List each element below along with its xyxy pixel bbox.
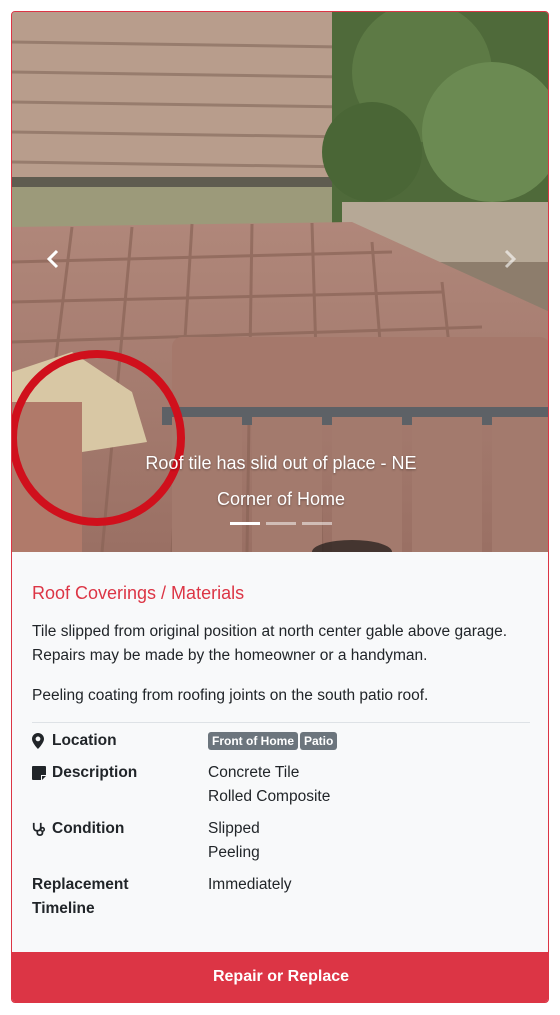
condition-value: Slipped Peeling [208, 817, 260, 865]
observation-paragraph-2: Peeling coating from roofing joints on t… [32, 687, 429, 704]
map-marker-icon [32, 729, 46, 753]
carousel-next-button[interactable] [495, 244, 525, 274]
carousel-indicator-3[interactable] [302, 522, 332, 525]
photo-carousel[interactable]: Roof tile has slid out of place - NE Cor… [12, 12, 548, 552]
carousel-indicators [230, 522, 332, 525]
timeline-label-line1: Replacement [32, 876, 129, 893]
location-label: Location [52, 732, 117, 749]
condition-value-1: Slipped [208, 820, 260, 837]
divider [32, 722, 530, 723]
location-value: Front of Home Patio [208, 729, 339, 753]
observation-paragraph-1: Tile slipped from original position at n… [32, 623, 508, 664]
stethoscope-icon [32, 817, 46, 841]
inspection-card: Roof tile has slid out of place - NE Cor… [11, 11, 549, 1003]
carousel-indicator-2[interactable] [266, 522, 296, 525]
carousel-indicator-1[interactable] [230, 522, 260, 525]
section-title: Roof Coverings / Materials [32, 583, 245, 603]
condition-value-2: Peeling [208, 844, 260, 861]
description-value: Concrete Tile Rolled Composite [208, 761, 330, 809]
card-body: Roof Coverings / Materials Tile slipped … [32, 552, 530, 723]
repair-or-replace-button[interactable]: Repair or Replace [12, 952, 548, 1002]
description-value-2: Rolled Composite [208, 788, 331, 805]
carousel-caption-line1: Roof tile has slid out of place - NE [145, 453, 417, 473]
carousel-prev-button[interactable] [38, 244, 68, 274]
timeline-value: Immediately [208, 876, 292, 893]
description-value-1: Concrete Tile [208, 764, 300, 781]
location-badge: Front of Home [208, 731, 298, 750]
sticky-note-icon [32, 761, 46, 785]
condition-label: Condition [52, 820, 125, 837]
timeline-label-line2: Timeline [32, 900, 95, 917]
location-badge: Patio [300, 731, 338, 750]
chevron-right-icon [504, 249, 517, 269]
chevron-left-icon [46, 249, 59, 269]
description-label: Description [52, 764, 138, 781]
carousel-caption-line2: Corner of Home [216, 489, 346, 509]
